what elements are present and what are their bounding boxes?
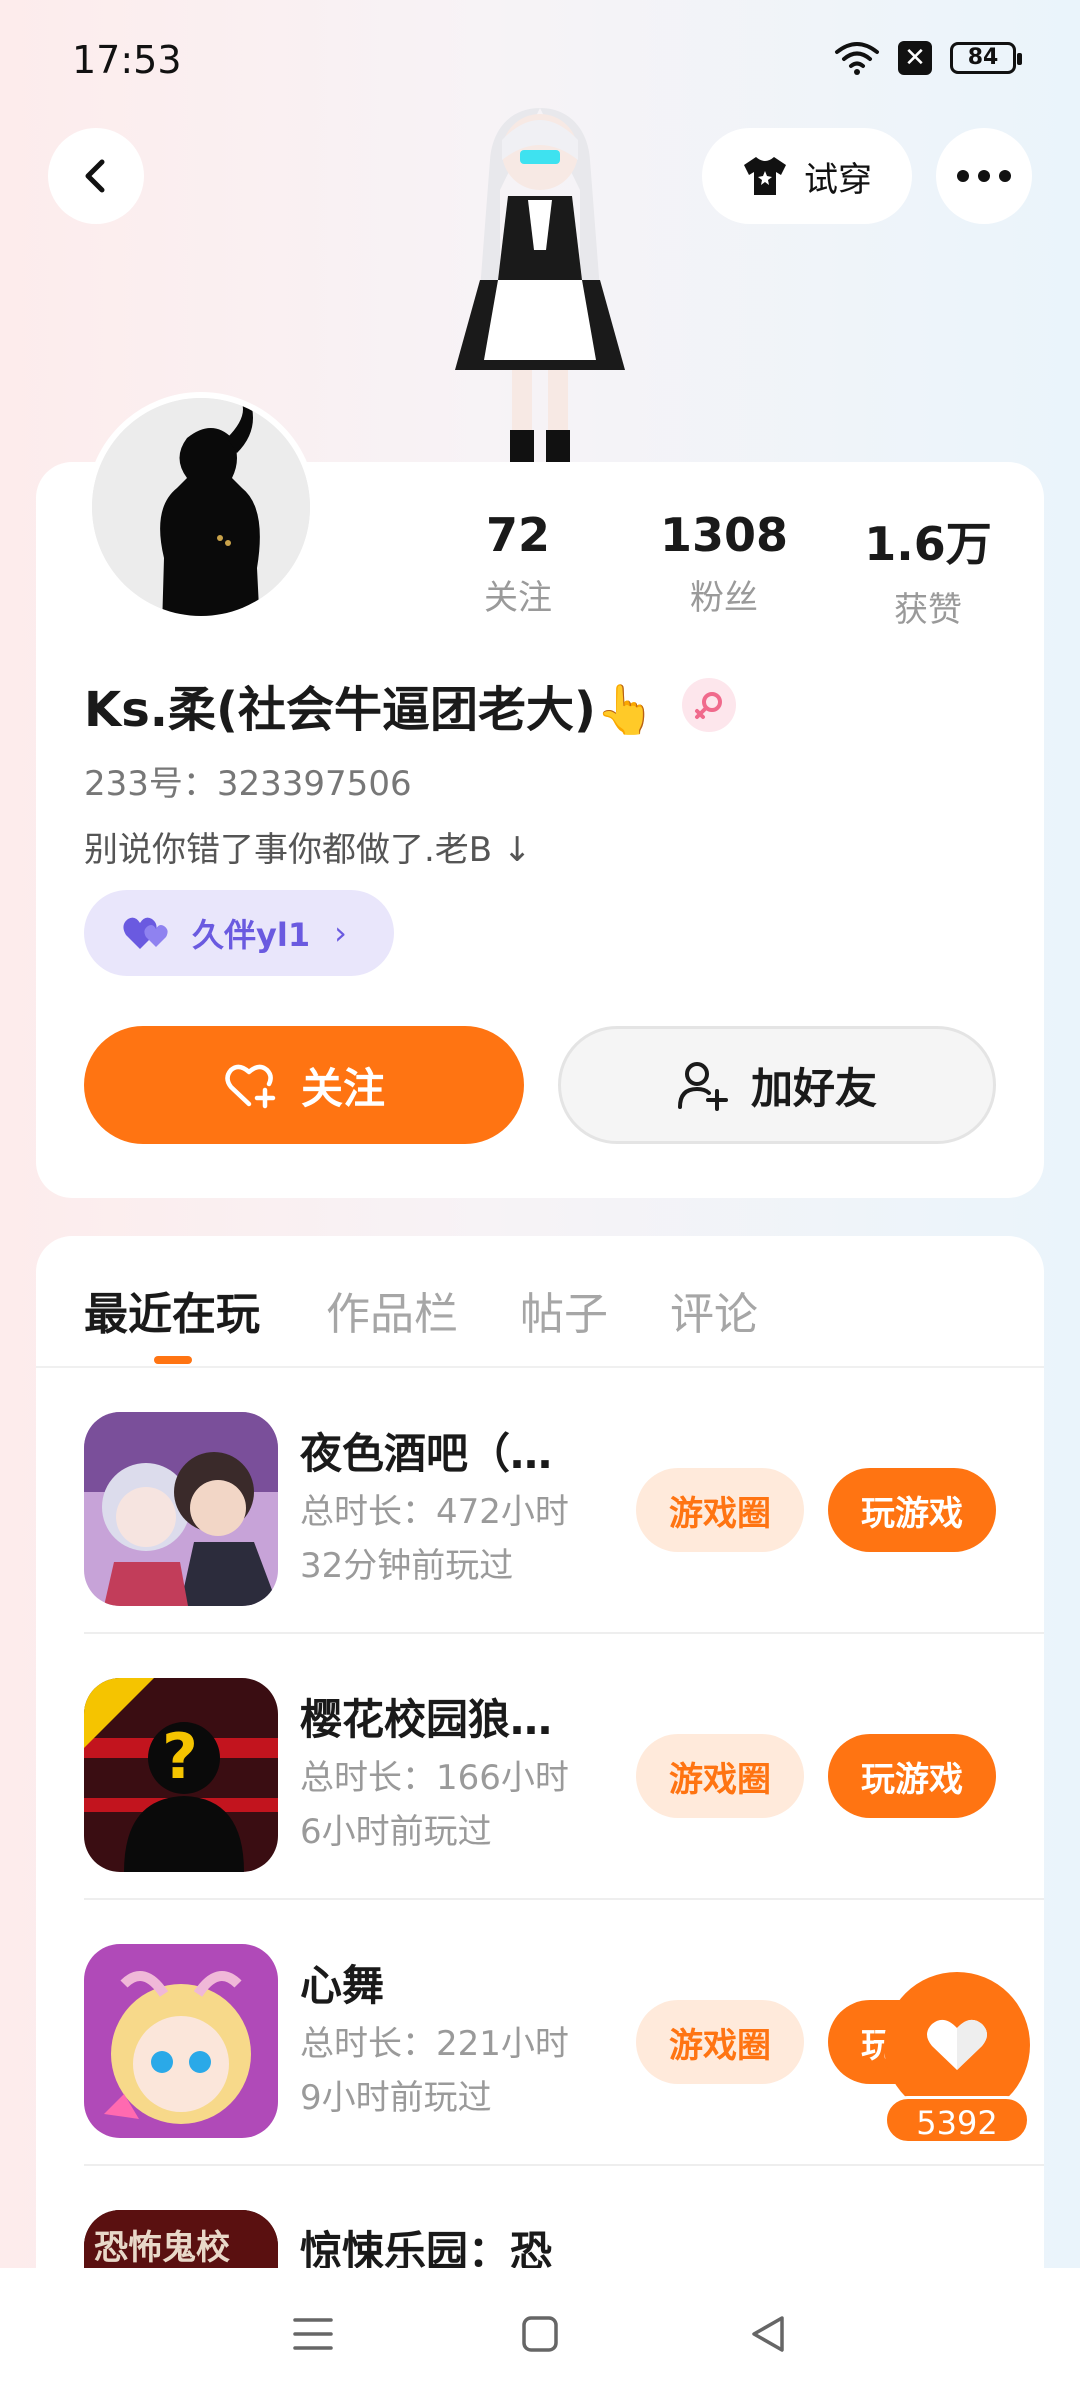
menu-icon [293, 2318, 334, 2350]
user-name: Ks.柔(社会牛逼团老大)👆 [84, 682, 656, 738]
stat-likes[interactable]: 1.6万 获赞 [828, 508, 1028, 631]
back-triangle-icon [751, 2316, 784, 2352]
game-last-played: 32分钟前玩过 [300, 1546, 514, 1586]
game-last-played: 6小时前玩过 [300, 1812, 492, 1852]
play-game-button[interactable]: 玩游戏 [828, 1734, 996, 1818]
heart-icon [927, 2019, 987, 2070]
game-icon-text: 恐怖鬼校 [94, 2228, 230, 2268]
add-friend-label: 加好友 [750, 1063, 877, 1113]
tab-indicator [154, 1356, 192, 1364]
game-row[interactable]: 夜色酒吧（测... 总时长：472小时 32分钟前玩过 游戏圈 玩游戏 [84, 1368, 1044, 1634]
chevron-left-icon [85, 159, 105, 193]
nav-back-button[interactable] [737, 2304, 797, 2364]
add-user-icon [677, 1062, 728, 1111]
add-friend-button[interactable]: 加好友 [558, 1026, 996, 1144]
home-square-icon [522, 2316, 558, 2352]
battery-level: 84 [967, 45, 999, 70]
stat-value: 72 [485, 508, 550, 562]
game-row[interactable]: ? 樱花校园狼人杀 总时长：166小时 6小时前玩过 游戏圈 玩游戏 [84, 1634, 1044, 1900]
try-on-label: 试穿 [804, 159, 872, 200]
tab-recent-played[interactable]: 最近在玩 [84, 1278, 260, 1342]
heart-pair-icon [123, 917, 168, 949]
tab-posts[interactable]: 帖子 [520, 1278, 608, 1342]
system-nav-bar [0, 2268, 1080, 2400]
profile-screen: 17:53 ✕ 84 试穿 72 关注 1308 粉丝 1.6万 获赞 Ks.柔… [0, 0, 1080, 2400]
sim-off-icon: ✕ [898, 41, 932, 75]
user-bio: 别说你错了事你都做了.老B ↓ [84, 830, 532, 870]
nav-home-button[interactable] [510, 2304, 570, 2364]
follow-label: 关注 [300, 1063, 385, 1113]
follow-button[interactable]: 关注 [84, 1026, 524, 1144]
partner-name: 久伴yl1 [192, 916, 311, 954]
battery-icon: 84 [950, 42, 1022, 74]
games-card: 最近在玩 作品栏 帖子 评论 夜色酒吧（测... 总时长：472小时 32分钟前… [36, 1236, 1044, 2400]
nav-menu-button[interactable] [283, 2304, 343, 2364]
more-button[interactable] [936, 128, 1032, 224]
like-count: 5392 [884, 2096, 1030, 2144]
more-dots-icon [957, 170, 1011, 182]
female-gender-icon [681, 678, 736, 732]
stat-value: 1308 [659, 508, 789, 562]
game-name: 夜色酒吧（测... [300, 1429, 590, 1478]
game-name: 樱花校园狼人杀 [300, 1695, 590, 1744]
status-time: 17:53 [72, 38, 182, 82]
svg-text:?: ? [162, 1720, 198, 1793]
game-icon [84, 1412, 278, 1606]
heart-plus-icon [225, 1064, 276, 1109]
stat-fans[interactable]: 1308 粉丝 [624, 508, 824, 619]
play-game-button[interactable]: 玩游戏 [828, 1468, 996, 1552]
stat-following[interactable]: 72 关注 [418, 508, 618, 619]
status-icons: ✕ 84 [834, 40, 1022, 76]
game-circle-button[interactable]: 游戏圈 [636, 1468, 804, 1552]
game-duration: 总时长：166小时 [300, 1758, 569, 1798]
game-duration: 总时长：472小时 [300, 1492, 569, 1532]
user-id: 233号：323397506 [84, 764, 412, 804]
hero-character-image [420, 100, 660, 470]
try-on-button[interactable]: 试穿 [702, 128, 912, 224]
game-duration: 总时长：221小时 [300, 2024, 569, 2064]
game-name: 心舞 [300, 1961, 385, 2010]
back-button[interactable] [48, 128, 144, 224]
partner-badge[interactable]: 久伴yl1 › [84, 890, 394, 976]
wifi-icon [835, 42, 879, 75]
tshirt-icon [744, 157, 786, 195]
stat-label: 获赞 [894, 590, 962, 630]
stat-label: 关注 [484, 578, 552, 618]
user-name-row: Ks.柔(社会牛逼团老大)👆 [84, 670, 736, 740]
chevron-right-icon: › [334, 914, 347, 952]
game-last-played: 9小时前玩过 [300, 2078, 492, 2118]
tab-works[interactable]: 作品栏 [326, 1278, 458, 1342]
tab-comments[interactable]: 评论 [670, 1278, 758, 1342]
game-circle-button[interactable]: 游戏圈 [636, 2000, 804, 2084]
game-icon: ? [84, 1678, 278, 1872]
stat-label: 粉丝 [690, 578, 758, 618]
game-circle-button[interactable]: 游戏圈 [636, 1734, 804, 1818]
tab-bar: 最近在玩 作品栏 帖子 评论 [36, 1236, 1044, 1368]
stat-value: 1.6万 [864, 517, 992, 571]
game-icon [84, 1944, 278, 2138]
avatar[interactable] [86, 392, 316, 622]
